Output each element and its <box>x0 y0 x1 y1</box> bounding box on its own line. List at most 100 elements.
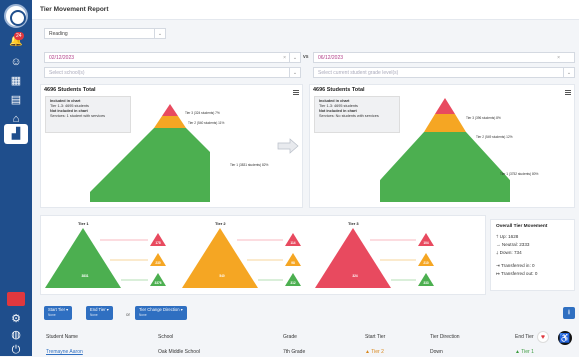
pyramid-tier3[interactable] <box>435 98 455 114</box>
legend-excluded-title: Not included in chart <box>50 109 88 113</box>
flow-out-value: 3376 <box>154 281 162 285</box>
flow-tier1[interactable] <box>45 228 121 288</box>
end-pyramid <box>380 98 510 202</box>
legend-included: Tier 1-3: 4695 students <box>50 104 89 108</box>
col-student-name[interactable]: Student Name <box>46 334 78 340</box>
grade-select[interactable]: Select current student grade level(s) ⌄ <box>313 67 575 78</box>
sidebar: 🔔 24 ☺ ▦ ▤ ⌂ ▟ ⚙ ◍ ⏻ <box>0 0 32 356</box>
menu-icon[interactable] <box>293 90 299 95</box>
clear-icon[interactable]: × <box>557 53 560 63</box>
vs-label: vs <box>303 54 309 60</box>
end-tier-filter[interactable]: End Tier ▾ None <box>86 306 113 320</box>
accessibility-icon[interactable]: ♿ <box>558 331 572 345</box>
end-date-value: 06/12/2023 <box>318 55 344 61</box>
overall-movement-card: Overall Tier Movement 🡑 Up: 1628 → Neutr… <box>490 219 575 291</box>
flow-tier2[interactable] <box>182 228 258 288</box>
movement-up: Up: 1628 <box>499 234 519 239</box>
pyramid-tier2[interactable] <box>154 116 186 128</box>
school-icon[interactable]: ▦ <box>8 74 24 88</box>
chip-label: Start Tier <box>48 307 65 312</box>
legend-excluded: Services: No students with services <box>319 114 379 118</box>
page-title: Tier Movement Report <box>40 6 109 13</box>
col-school[interactable]: School <box>158 334 173 340</box>
movement-neutral: Neutral: 2333 <box>501 242 530 247</box>
notification-badge: 24 <box>14 32 24 40</box>
flow-count-tier1: 3831 <box>81 274 89 278</box>
transferred-out: Transferred out: 0 <box>501 271 538 276</box>
flow-out-value: 178 <box>155 241 161 245</box>
pyramid-label-tier3: Tier 3 (396 students) 8% <box>466 116 501 120</box>
start-pyramid <box>90 104 210 202</box>
clear-icon[interactable]: × <box>283 53 286 63</box>
start-date-field[interactable]: 02/12/2023 × ⌄ <box>44 52 301 63</box>
flow-count-tier3: 324 <box>352 274 358 278</box>
flow-label-tier2: Tier 2 <box>215 221 226 226</box>
flow-out-value: 210 <box>423 261 429 265</box>
gear-icon[interactable]: ⚙ <box>8 312 24 326</box>
col-start-tier[interactable]: Start Tier <box>365 334 385 340</box>
student-name-link[interactable]: Tremayne Aaron <box>46 349 83 355</box>
chip-sub: None <box>48 312 56 317</box>
flow-tier3[interactable] <box>315 228 391 288</box>
chip-label: End Tier <box>90 307 106 312</box>
favorite-icon[interactable]: ♥ <box>537 331 549 343</box>
pyramid-label-tier1: Tier 1 (3752 students) 80% <box>500 172 539 176</box>
chip-sub: None <box>90 312 98 317</box>
col-grade[interactable]: Grade <box>283 334 297 340</box>
globe-icon[interactable]: ◍ <box>8 328 24 342</box>
grade-cell: 7th Grade <box>283 349 306 355</box>
pyramid-tier2[interactable] <box>424 114 466 132</box>
chevron-down-icon: ⌄ <box>563 68 574 77</box>
start-tier-filter[interactable]: Start Tier ▾ None <box>44 306 73 320</box>
pyramid-tier1[interactable] <box>90 128 210 202</box>
subject-select[interactable]: Reading ⌄ <box>44 28 166 39</box>
legend-excluded-title: Not included in chart <box>319 109 357 113</box>
school-cell: Oak Middle School <box>158 349 200 355</box>
flow-out-value: 312 <box>290 281 296 285</box>
or-label: or <box>126 312 131 317</box>
flow-out-value: 114 <box>290 241 296 245</box>
pyramid-label-tier3: Tier 3 (324 students) 7% <box>185 111 220 115</box>
legend-included: Tier 1-3: 4695 students <box>319 104 358 108</box>
flow-out-value: 104 <box>423 241 429 245</box>
end-date-field[interactable]: 06/12/2023 × <box>313 52 575 63</box>
start-date-value: 02/12/2023 <box>49 55 75 61</box>
app-logo[interactable] <box>4 4 28 28</box>
direction-cell: Down <box>430 349 443 355</box>
tier-change-direction-filter[interactable]: Tier Change Direction ▾ None <box>135 306 187 320</box>
chip-sub: None <box>139 312 147 317</box>
school-placeholder: Select school(s) <box>49 70 85 76</box>
school-select[interactable]: Select school(s) ⌄ <box>44 67 301 78</box>
chart-icon[interactable]: ▟ <box>8 127 24 141</box>
subject-value: Reading <box>49 31 68 37</box>
col-tier-direction[interactable]: Tier Direction <box>430 334 460 340</box>
chip-label: Tier Change Direction <box>139 307 180 312</box>
pyramid-tier3[interactable] <box>162 104 178 116</box>
flow-label-tier1: Tier 1 <box>78 221 89 226</box>
compare-arrow-icon <box>277 138 299 154</box>
flow-out-value: 98 <box>291 261 295 265</box>
legend-included-title: Included in chart <box>50 99 81 103</box>
legend-included-title: Included in chart <box>319 99 350 103</box>
transferred-in: Transferred in: 0 <box>501 263 535 268</box>
download-button[interactable]: ⭳ <box>563 307 575 319</box>
power-icon[interactable]: ⏻ <box>8 343 24 357</box>
flow-out-value: 230 <box>155 261 161 265</box>
chevron-down-icon: ⌄ <box>289 68 300 77</box>
calendar-icon[interactable]: ▤ <box>8 93 24 107</box>
col-end-tier[interactable]: End Tier <box>515 334 534 340</box>
pyramid-label-tier1: Tier 1 (3831 students) 82% <box>230 163 269 167</box>
overall-movement-title: Overall Tier Movement <box>496 224 548 229</box>
page-header: Tier Movement Report <box>32 0 579 20</box>
people-icon[interactable]: ☺ <box>8 55 24 69</box>
movement-down: Down: 734 <box>499 250 522 255</box>
flow-label-tier3: Tier 3 <box>348 221 359 226</box>
pyramid-label-tier2: Tier 2 (540 students) 11% <box>188 121 225 125</box>
menu-icon[interactable] <box>565 90 571 95</box>
pyramid-tier1[interactable] <box>380 132 510 202</box>
start-tier-value: Tier 2 <box>371 349 384 355</box>
chevron-down-icon: ⌄ <box>154 29 165 38</box>
help-icon[interactable] <box>7 292 25 306</box>
start-total: 4696 Students Total <box>44 87 96 93</box>
flow-out-value: 333 <box>423 281 429 285</box>
